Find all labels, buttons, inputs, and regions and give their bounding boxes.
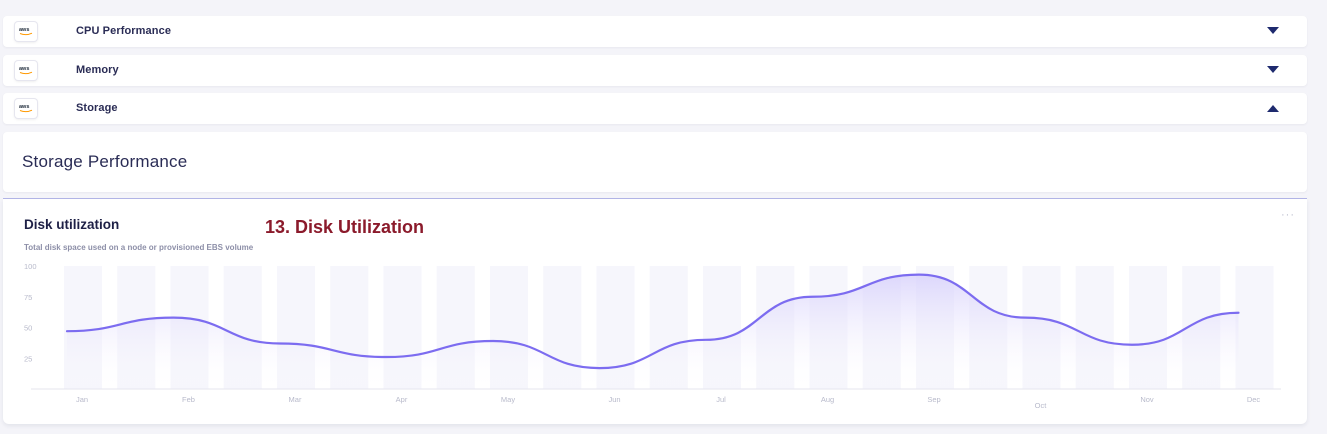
y-tick-label: 25 xyxy=(24,354,32,363)
section-header: Storage Performance xyxy=(3,132,1307,192)
accordion-row-storage[interactable]: aws Storage xyxy=(3,93,1307,124)
x-tick-label: May xyxy=(501,395,515,404)
svg-text:aws: aws xyxy=(19,27,29,33)
svg-text:aws: aws xyxy=(19,104,29,110)
y-tick-label: 75 xyxy=(24,293,32,302)
card-title: Disk utilization xyxy=(24,217,120,232)
accordion-label-cpu: CPU Performance xyxy=(76,25,172,37)
disk-utilization-chart: 100 75 50 25 Jan Feb Mar Apr May Jun Jul Aug Sep Oct N… xyxy=(24,262,1281,410)
x-tick-label: Jun xyxy=(608,395,620,404)
x-tick-label: Mar xyxy=(289,395,302,404)
chevron-down-icon[interactable] xyxy=(1267,27,1279,35)
x-tick-label: Sep xyxy=(927,395,940,404)
accordion-row-memory[interactable]: aws Memory xyxy=(3,55,1307,86)
x-tick-label: Dec xyxy=(1247,395,1261,404)
x-tick-label: Aug xyxy=(821,395,834,404)
y-tick-label: 100 xyxy=(24,262,37,271)
x-tick-label: Apr xyxy=(396,395,408,404)
x-tick-label: Jul xyxy=(716,395,726,404)
svg-text:aws: aws xyxy=(19,66,29,72)
disk-utilization-card: 100 75 50 25 Jan Feb Mar Apr May Jun Jul Aug Sep Oct N… xyxy=(3,199,1307,424)
section-title: Storage Performance xyxy=(22,152,188,171)
y-tick-label: 50 xyxy=(24,324,32,333)
card-subtitle: Total disk space used on a node or provi… xyxy=(24,243,254,252)
accordion-label-memory: Memory xyxy=(76,64,119,76)
x-tick-label: Jan xyxy=(76,395,88,404)
background-column xyxy=(1235,266,1274,389)
chevron-down-icon[interactable] xyxy=(1267,66,1279,74)
annotation-label: 13. Disk Utilization xyxy=(265,217,425,237)
x-tick-label: Feb xyxy=(182,395,195,404)
x-tick-label: Nov xyxy=(1140,395,1154,404)
aws-logo-icon: aws xyxy=(15,99,37,118)
chevron-up-icon[interactable] xyxy=(1267,104,1279,112)
x-tick-label: Oct xyxy=(1035,401,1048,410)
ellipsis-icon[interactable]: ··· xyxy=(1281,209,1295,221)
accordion-row-cpu[interactable]: aws CPU Performance xyxy=(3,16,1307,47)
accordion-label-storage: Storage xyxy=(76,102,118,114)
aws-logo-icon: aws xyxy=(15,22,37,41)
aws-logo-icon: aws xyxy=(15,61,37,80)
